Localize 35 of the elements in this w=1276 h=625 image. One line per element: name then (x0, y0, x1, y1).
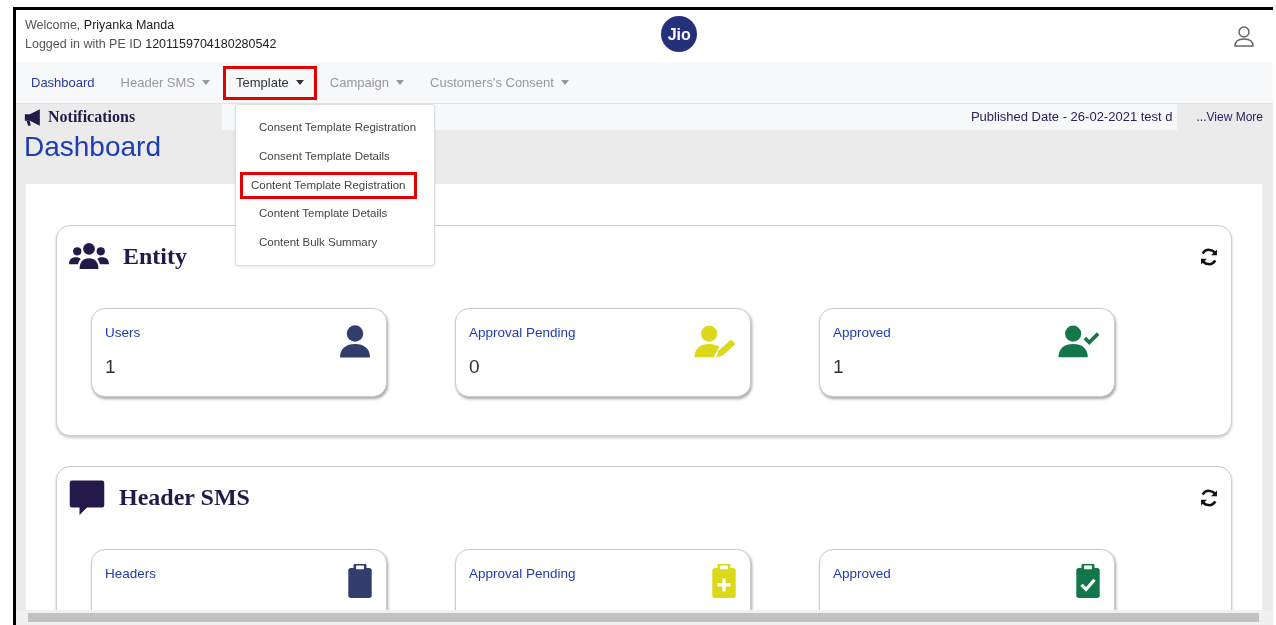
menu-item[interactable]: Content Bulk Summary (240, 228, 430, 258)
logo: Jio (661, 16, 698, 52)
clipboard-icon (347, 564, 373, 598)
stat-label: Approved (833, 565, 891, 583)
stat-value: 0 (469, 355, 481, 380)
stat-label: Approved (833, 324, 891, 342)
stat-label: Approval Pending (469, 324, 576, 342)
menu-item[interactable]: Content Template Details (240, 198, 430, 228)
clipboard-check-icon (1075, 564, 1101, 598)
welcome-text: Welcome, Priyanka Manda (25, 17, 176, 34)
person-icon (337, 323, 373, 359)
refresh-icon (1199, 487, 1219, 508)
users-icon (69, 243, 109, 269)
stat-value: 1 (105, 355, 117, 380)
menu-item[interactable]: Content Template Registration (240, 171, 417, 199)
nav-item[interactable]: Template (223, 65, 317, 100)
clipboard-plus-icon (711, 564, 737, 598)
person-check-icon (1057, 323, 1101, 359)
person-pen-icon (693, 323, 737, 359)
view-more-link[interactable]: ...View More (1196, 108, 1263, 126)
user-icon[interactable] (1232, 24, 1256, 48)
nav-item[interactable]: Dashboard (18, 65, 108, 100)
section-title: Entity (123, 242, 187, 271)
login-id-text: Logged in with PE ID 1201159704180280542 (25, 36, 277, 53)
stat-label: Users (105, 324, 141, 342)
stat-label: Approval Pending (469, 565, 576, 583)
page-title: Dashboard (24, 130, 161, 164)
horizontal-scrollbar[interactable] (16, 610, 1273, 625)
stat-label: Headers (105, 565, 157, 583)
stat-value: 1 (833, 355, 845, 380)
section-title: Header SMS (119, 483, 250, 512)
refresh-icon (1199, 246, 1219, 267)
chat-bubble-icon (69, 479, 105, 515)
menu-item[interactable]: Consent Template Details (240, 142, 430, 172)
notifications-title: Notifications (48, 107, 136, 127)
